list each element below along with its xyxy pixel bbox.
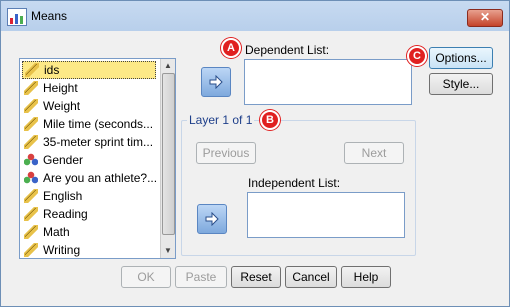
scroll-down-icon[interactable]: ▼ xyxy=(162,245,174,257)
variable-label: Writing xyxy=(43,243,81,257)
move-to-independent-button[interactable] xyxy=(197,204,227,234)
ruler-icon xyxy=(24,243,38,257)
ruler-icon xyxy=(24,225,38,239)
arrow-right-icon xyxy=(209,75,223,89)
dependent-list-field[interactable] xyxy=(244,59,412,105)
variable-label: Math xyxy=(43,225,70,239)
dialog-body: ids Height Weight Mile time (seconds... 35-m… xyxy=(7,32,502,300)
variable-item[interactable]: Mile time (seconds... xyxy=(22,115,156,133)
dependent-list-label: Dependent List: xyxy=(245,43,330,57)
variable-label: Weight xyxy=(43,99,81,113)
nominal-icon xyxy=(24,171,38,185)
variable-label: Mile time (seconds... xyxy=(43,117,154,131)
move-to-dependent-button[interactable] xyxy=(201,67,231,97)
title-bar[interactable]: Means ✕ xyxy=(1,1,509,31)
annotation-c-badge: C xyxy=(407,46,427,66)
variable-label: ids xyxy=(44,63,60,77)
window-title: Means xyxy=(31,9,68,23)
variable-item[interactable]: ids xyxy=(22,61,156,79)
independent-list-field[interactable] xyxy=(247,192,405,238)
variable-label: Height xyxy=(43,81,78,95)
close-button[interactable]: ✕ xyxy=(467,9,503,27)
variable-list[interactable]: ids Height Weight Mile time (seconds... 35-m… xyxy=(19,58,176,259)
means-dialog: Means ✕ ids Height Weight Mile time (second… xyxy=(0,0,510,307)
paste-button[interactable]: Paste xyxy=(175,266,227,288)
variable-item[interactable]: 35-meter sprint tim... xyxy=(22,133,156,151)
variable-label: English xyxy=(43,189,83,203)
reset-button[interactable]: Reset xyxy=(231,266,281,288)
ruler-icon xyxy=(25,63,39,77)
variable-label: Reading xyxy=(43,207,88,221)
ruler-icon xyxy=(24,207,38,221)
previous-button[interactable]: Previous xyxy=(196,142,256,164)
variable-items: ids Height Weight Mile time (seconds... 35-m… xyxy=(22,61,156,258)
variable-item[interactable]: English xyxy=(22,187,156,205)
ruler-icon xyxy=(24,81,38,95)
variable-label: Are you an athlete?... xyxy=(43,171,156,185)
variable-label: 35-meter sprint tim... xyxy=(43,135,154,149)
variable-label: Gender xyxy=(43,153,84,167)
ruler-icon xyxy=(24,189,38,203)
variable-item[interactable]: Weight xyxy=(22,97,156,115)
help-button[interactable]: Help xyxy=(341,266,391,288)
variable-item[interactable]: Reading xyxy=(22,205,156,223)
annotation-b-badge: B xyxy=(260,110,280,130)
ruler-icon xyxy=(24,99,38,113)
variable-item[interactable]: Writing xyxy=(22,241,156,258)
ruler-icon xyxy=(24,135,38,149)
variable-list-scrollbar[interactable]: ▲ ▼ xyxy=(160,59,175,258)
options-button[interactable]: Options... xyxy=(429,47,493,69)
style-button[interactable]: Style... xyxy=(429,73,493,95)
variable-item[interactable]: Are you an athlete?... xyxy=(22,169,156,187)
cancel-button[interactable]: Cancel xyxy=(285,266,337,288)
independent-list-label: Independent List: xyxy=(248,176,341,190)
variable-item[interactable]: Gender xyxy=(22,151,156,169)
ruler-icon xyxy=(24,117,38,131)
variable-item[interactable]: Height xyxy=(22,79,156,97)
layer-group: Layer 1 of 1 Previous Next Independent L… xyxy=(181,113,416,256)
scroll-up-icon[interactable]: ▲ xyxy=(162,60,174,72)
nominal-icon xyxy=(24,153,38,167)
spss-means-icon xyxy=(7,8,27,26)
arrow-right-icon xyxy=(205,212,219,226)
scroll-thumb[interactable] xyxy=(162,73,175,235)
variable-item[interactable]: Math xyxy=(22,223,156,241)
ok-button[interactable]: OK xyxy=(121,266,171,288)
annotation-a-badge: A xyxy=(221,38,241,58)
next-button[interactable]: Next xyxy=(344,142,404,164)
layer-title: Layer 1 of 1 xyxy=(187,113,255,127)
